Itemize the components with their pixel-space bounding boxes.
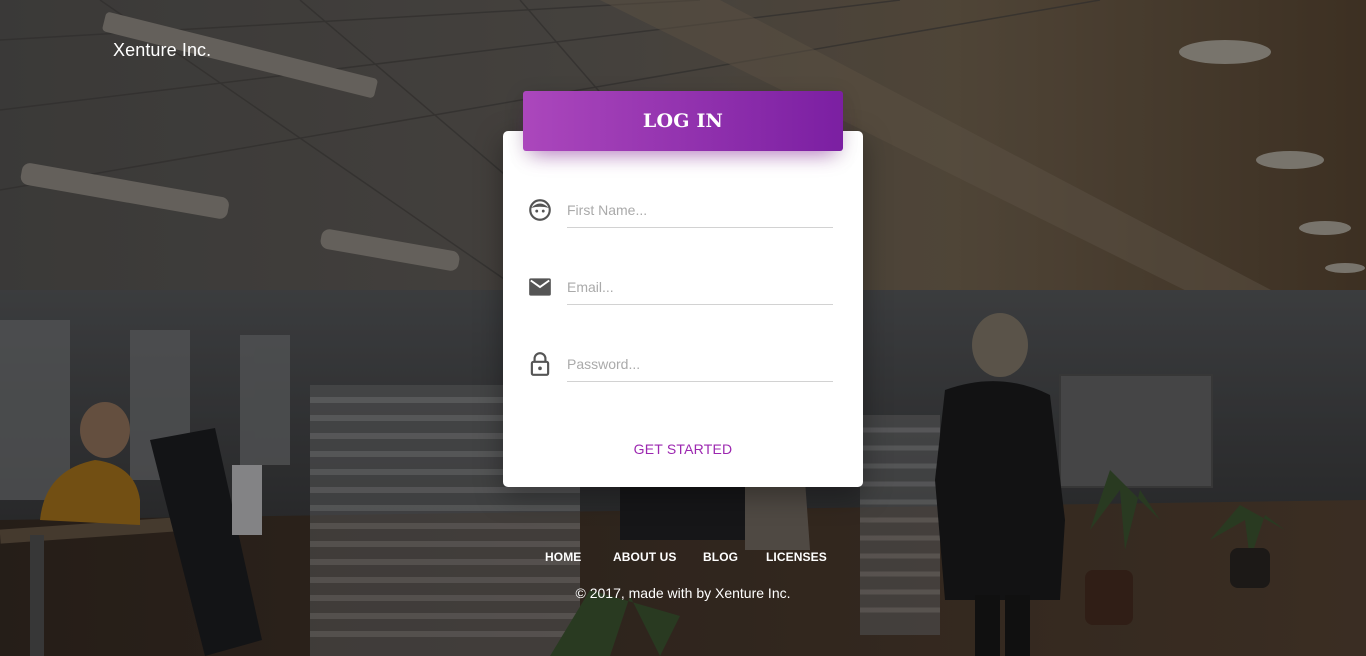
footer-link-about-us[interactable]: ABOUT US <box>613 550 676 564</box>
copyright-text: © 2017, made with by Xenture Inc. <box>575 585 791 601</box>
first-name-input[interactable] <box>567 193 833 228</box>
card-title: LOG IN <box>642 110 724 132</box>
footer-link-home[interactable]: HOME <box>545 550 581 564</box>
password-input[interactable] <box>567 347 833 382</box>
mail-icon <box>527 274 553 300</box>
lock-icon <box>527 351 553 377</box>
footer-link-licenses[interactable]: LICENSES <box>766 550 827 564</box>
login-card-header: LOG IN <box>523 91 843 151</box>
email-field-group <box>527 270 833 310</box>
login-page: Xenture Inc. LOG IN First Name... Email.… <box>0 0 1366 656</box>
first-name-field-group <box>527 193 833 233</box>
footer-link-blog[interactable]: BLOG <box>703 550 738 564</box>
email-input[interactable] <box>567 270 833 305</box>
face-icon <box>527 197 553 223</box>
password-field-group <box>527 347 833 387</box>
brand-link[interactable]: Xenture Inc. <box>113 40 211 61</box>
get-started-button[interactable]: GET STARTED <box>583 436 783 462</box>
